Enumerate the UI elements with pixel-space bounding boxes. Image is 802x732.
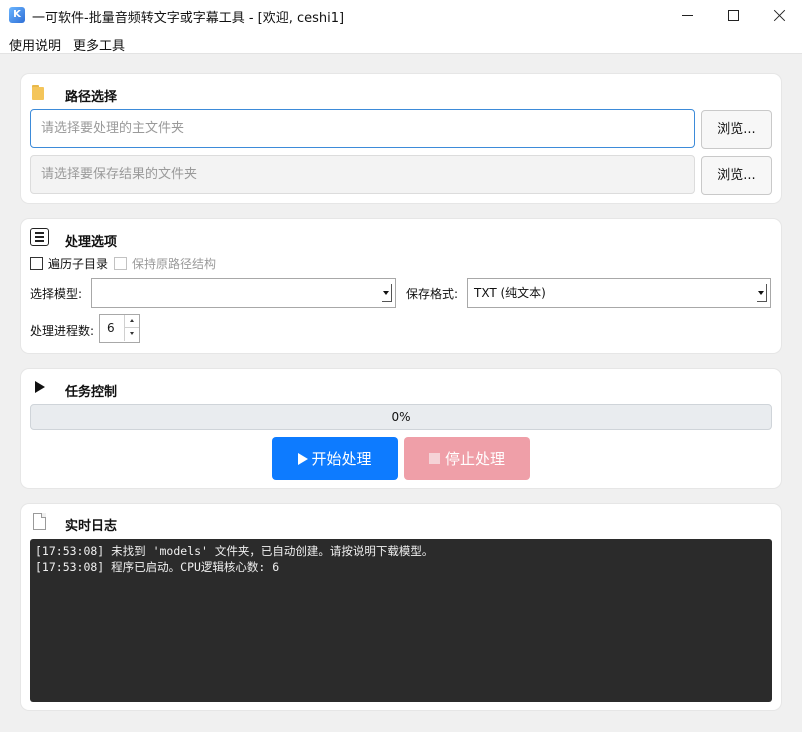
keep-structure-checkbox[interactable]: 保持原路径结构 [114, 255, 216, 271]
play-icon [298, 452, 309, 465]
path-section-title: 路径选择 [65, 90, 118, 105]
menu-item-usage[interactable]: 使用说明 [9, 35, 61, 54]
main-folder-input[interactable] [30, 109, 695, 148]
document-icon [33, 513, 46, 530]
recurse-subdirs-label: 遍历子目录 [48, 256, 109, 271]
chevron-down-icon[interactable] [382, 284, 392, 302]
chevron-down-icon[interactable] [757, 284, 767, 302]
spin-up-icon[interactable] [124, 315, 139, 328]
browse-save-folder-button[interactable]: 浏览... [701, 156, 772, 195]
task-section-title: 任务控制 [65, 385, 118, 400]
minimize-button[interactable] [664, 0, 710, 31]
app-icon: K [9, 7, 25, 23]
process-count-value: 6 [107, 321, 115, 335]
start-processing-button[interactable]: 开始处理 [272, 437, 398, 480]
stop-button-label: 停止处理 [444, 450, 505, 468]
path-selection-card: 路径选择 浏览... 请选择要保存结果的文件夹 浏览... [21, 74, 781, 203]
checkbox-box[interactable] [114, 256, 127, 270]
log-line: [17:53:08] 程序已启动。CPU逻辑核心数: 6 [35, 560, 280, 574]
stop-icon [428, 453, 440, 464]
checkbox-box[interactable] [30, 256, 43, 270]
start-button-label: 开始处理 [311, 450, 372, 468]
processing-options-card: 处理选项 遍历子目录 保持原路径结构 选择模型: 保存格式: TXT (纯文本)… [21, 219, 781, 353]
list-icon [30, 228, 49, 246]
close-button[interactable] [756, 0, 802, 31]
recurse-subdirs-checkbox[interactable]: 遍历子目录 [30, 255, 108, 271]
log-output[interactable]: [17:53:08] 未找到 'models' 文件夹，已自动创建。请按说明下载… [30, 539, 772, 702]
title-bar: K 一可软件-批量音频转文字或字幕工具 - [欢迎, ceshi1] [0, 0, 802, 31]
window-title: 一可软件-批量音频转文字或字幕工具 - [欢迎, ceshi1] [32, 11, 345, 26]
format-select[interactable]: TXT (纯文本) [467, 278, 771, 308]
model-select[interactable] [91, 278, 396, 308]
options-section-title: 处理选项 [65, 235, 118, 250]
progress-text: 0% [391, 410, 411, 424]
model-label: 选择模型: [30, 287, 83, 301]
progress-bar: 0% [30, 404, 772, 430]
maximize-button[interactable] [710, 0, 756, 31]
task-control-card: 任务控制 0% 开始处理 停止处理 [21, 369, 781, 488]
close-icon [773, 9, 786, 22]
realtime-log-card: 实时日志 [17:53:08] 未找到 'models' 文件夹，已自动创建。请… [21, 504, 781, 710]
keep-structure-label: 保持原路径结构 [132, 256, 217, 271]
format-label: 保存格式: [406, 287, 459, 301]
log-section-title: 实时日志 [65, 519, 118, 534]
log-line: [17:53:08] 未找到 'models' 文件夹，已自动创建。请按说明下载… [35, 544, 434, 558]
play-icon [35, 381, 45, 393]
browse-main-folder-button[interactable]: 浏览... [701, 110, 772, 149]
menu-bar: 使用说明 更多工具 [0, 31, 802, 54]
process-count-spinbox[interactable]: 6 [99, 314, 140, 343]
menu-item-more-tools[interactable]: 更多工具 [73, 35, 125, 54]
minimize-icon [681, 15, 693, 16]
stop-processing-button[interactable]: 停止处理 [404, 437, 530, 480]
maximize-icon [727, 10, 739, 21]
save-folder-input[interactable]: 请选择要保存结果的文件夹 [30, 155, 695, 194]
process-count-label: 处理进程数: [30, 324, 95, 338]
format-select-value: TXT (纯文本) [474, 286, 546, 300]
spin-down-icon[interactable] [124, 328, 139, 341]
folder-icon [32, 85, 46, 101]
